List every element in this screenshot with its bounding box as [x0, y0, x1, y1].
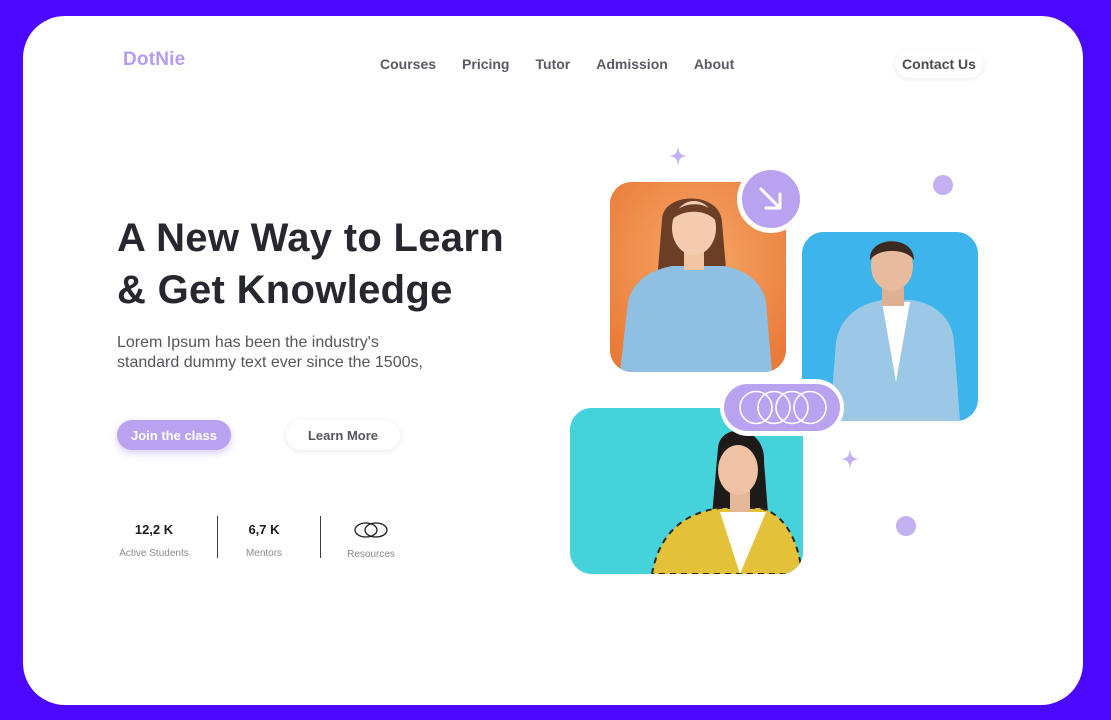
hero-title: A New Way to Learn & Get Knowledge [117, 212, 504, 316]
stat-value: 12,2 K [134, 522, 174, 537]
contact-us-button[interactable]: Contact Us [895, 50, 983, 78]
nav-courses[interactable]: Courses [380, 56, 436, 72]
stat-mentors: 6,7 K Mentors [243, 522, 285, 559]
rings-badge-inner [724, 384, 840, 431]
hero-subtitle-line2: standard dummy text ever since the 1500s… [117, 354, 423, 371]
hero-title-line1: A New Way to Learn [117, 216, 504, 260]
nav-about[interactable]: About [694, 56, 734, 72]
hero-title-line2: & Get Knowledge [117, 268, 453, 312]
stat-label: Mentors [245, 548, 283, 559]
stat-divider [320, 516, 321, 558]
learn-more-button[interactable]: Learn More [286, 420, 400, 450]
join-class-button[interactable]: Join the class [117, 420, 231, 450]
rings-badge [720, 379, 844, 436]
stat-resources: Resources [345, 522, 397, 560]
hero-subtitle: Lorem Ipsum has been the industry's stan… [117, 333, 423, 373]
arrow-badge[interactable] [737, 165, 805, 233]
linked-rings-icon [345, 522, 397, 538]
brand-logo[interactable]: DotNie [123, 49, 185, 71]
stat-active-students: 12,2 K Active Students [117, 522, 191, 559]
nav-pricing[interactable]: Pricing [462, 56, 509, 72]
hero-subtitle-line1: Lorem Ipsum has been the industry's [117, 334, 379, 351]
nav-admission[interactable]: Admission [596, 56, 668, 72]
main-nav: Courses Pricing Tutor Admission About [380, 56, 760, 72]
sparkle-icon [841, 449, 859, 469]
arrow-down-right-icon [759, 187, 782, 210]
stat-label: Active Students [119, 548, 189, 559]
linked-rings-icon [739, 390, 827, 425]
stat-divider [217, 516, 218, 558]
nav-tutor[interactable]: Tutor [536, 56, 571, 72]
decor-dot [933, 175, 953, 195]
stat-label: Resources [347, 549, 395, 560]
decor-dot [896, 516, 916, 536]
page-card: DotNie Courses Pricing Tutor Admission A… [23, 16, 1083, 705]
stat-value: 6,7 K [248, 522, 280, 537]
sparkle-icon [669, 146, 687, 166]
